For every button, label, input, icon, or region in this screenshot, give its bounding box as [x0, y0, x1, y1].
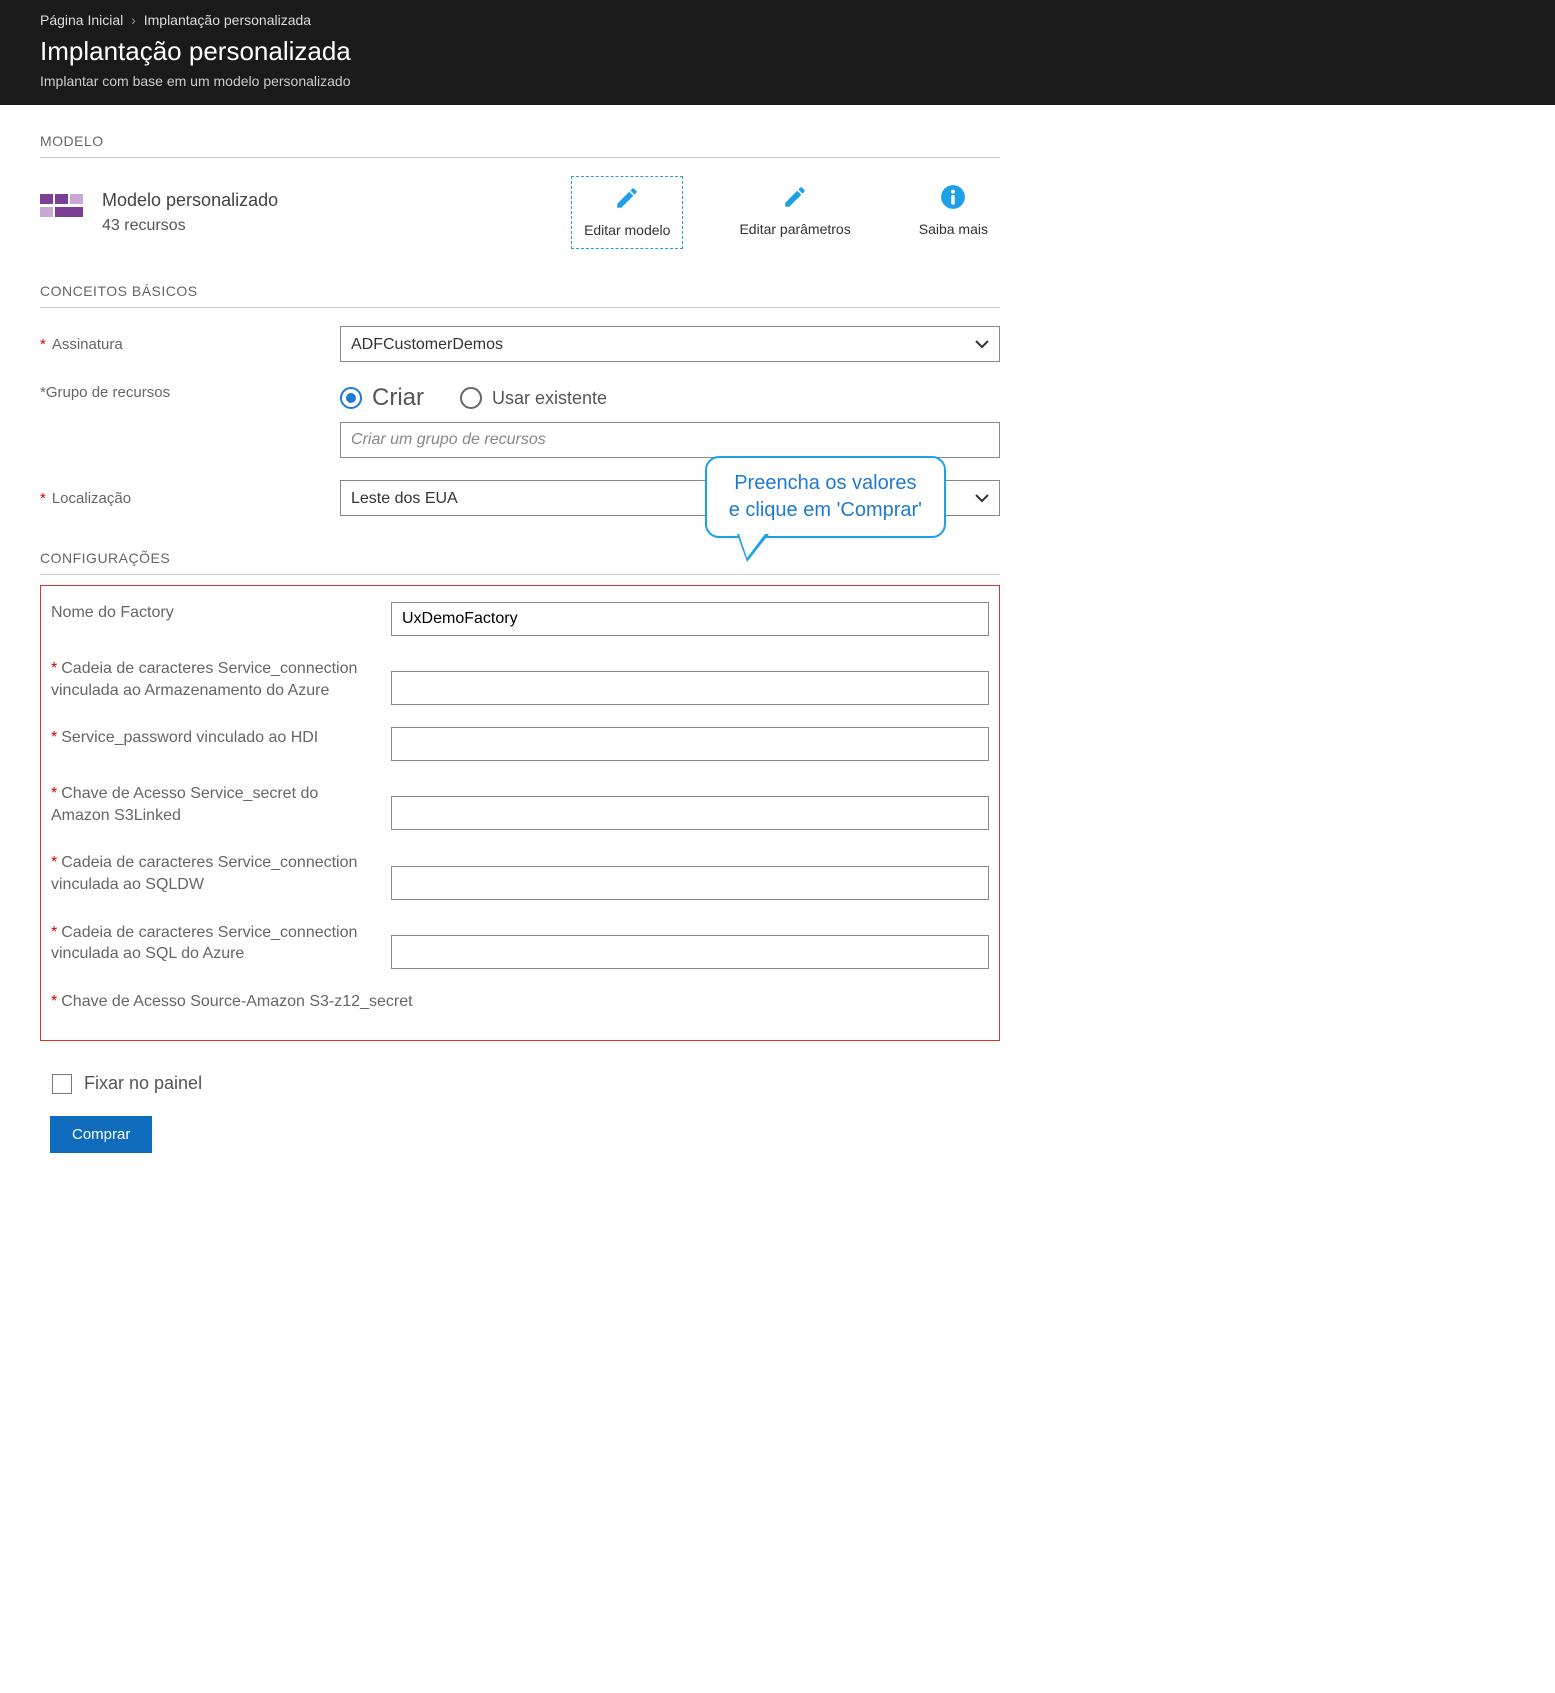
subscription-label: Assinatura	[52, 336, 123, 353]
resource-group-input[interactable]	[340, 422, 1000, 458]
section-label-settings: CONFIGURAÇÕES	[40, 550, 1000, 566]
required-mark: *	[40, 336, 46, 353]
storage-conn-input[interactable]	[391, 671, 989, 705]
pencil-icon	[614, 185, 640, 214]
radio-create-label: Criar	[372, 384, 424, 412]
radio-use-existing[interactable]: Usar existente	[460, 387, 607, 409]
section-rule-model	[40, 157, 1000, 158]
info-icon	[940, 184, 966, 213]
radio-circle-icon	[460, 387, 482, 409]
section-rule-basics	[40, 307, 1000, 308]
subscription-select[interactable]: ADFCustomerDemos	[340, 326, 1000, 362]
pin-label: Fixar no painel	[84, 1073, 202, 1094]
edit-params-button[interactable]: Editar parâmetros	[727, 176, 862, 247]
src-s3-secret-label: Chave de Acesso Source-Amazon S3-z12_sec…	[61, 993, 412, 1010]
breadcrumb-current: Implantação personalizada	[144, 12, 311, 28]
radio-existing-label: Usar existente	[492, 388, 607, 409]
required-mark: *	[51, 993, 57, 1010]
radio-circle-icon	[340, 387, 362, 409]
model-resources: 43 recursos	[102, 217, 278, 235]
page-subtitle: Implantar com base em um modelo personal…	[12, 71, 1543, 105]
resource-group-label: *Grupo de recursos	[40, 384, 170, 401]
section-label-model: MODELO	[40, 133, 1000, 149]
factory-name-input[interactable]	[391, 602, 989, 636]
model-title: Modelo personalizado	[102, 190, 278, 211]
learn-more-button[interactable]: Saiba mais	[907, 176, 1000, 247]
required-mark: *	[51, 854, 57, 871]
header-bar: Página Inicial › Implantação personaliza…	[0, 0, 1555, 105]
edit-params-label: Editar parâmetros	[739, 221, 850, 237]
factory-name-label: Nome do Factory	[51, 604, 174, 621]
pin-checkbox[interactable]	[52, 1074, 72, 1094]
hdi-password-label: Service_password vinculado ao HDI	[61, 729, 318, 746]
hdi-password-input[interactable]	[391, 727, 989, 761]
required-mark: *	[51, 785, 57, 802]
edit-template-button[interactable]: Editar modelo	[571, 176, 683, 249]
required-mark: *	[51, 729, 57, 746]
settings-highlight-box: Nome do Factory *Cadeia de caracteres Se…	[40, 585, 1000, 1041]
template-tiles-icon	[40, 194, 84, 232]
edit-template-label: Editar modelo	[584, 222, 670, 238]
callout-line1: Preencha os valores	[729, 470, 922, 497]
required-mark: *	[51, 660, 57, 677]
section-label-basics: CONCEITOS BÁSICOS	[40, 283, 1000, 299]
sqldw-conn-label: Cadeia de caracteres Service_connection …	[51, 854, 357, 893]
azuresql-conn-label: Cadeia de caracteres Service_connection …	[51, 924, 357, 963]
page-title: Implantação personalizada	[40, 36, 1543, 67]
learn-more-label: Saiba mais	[919, 221, 988, 237]
required-mark: *	[51, 924, 57, 941]
callout-tooltip: Preencha os valores e clique em 'Comprar…	[705, 456, 946, 538]
pencil-icon	[782, 184, 808, 213]
s3-secret-input[interactable]	[391, 796, 989, 830]
model-row: Modelo personalizado 43 recursos Editar …	[40, 176, 1000, 249]
breadcrumb: Página Inicial › Implantação personaliza…	[12, 6, 1543, 30]
radio-create-new[interactable]: Criar	[340, 384, 424, 412]
callout-line2: e clique em 'Comprar'	[729, 497, 922, 524]
location-label: Localização	[52, 490, 131, 507]
section-rule-settings	[40, 574, 1000, 575]
storage-conn-label: Cadeia de caracteres Service_connection …	[51, 660, 357, 699]
azuresql-conn-input[interactable]	[391, 935, 989, 969]
s3-secret-label: Chave de Acesso Service_secret do Amazon…	[51, 785, 318, 824]
breadcrumb-home[interactable]: Página Inicial	[40, 12, 123, 28]
breadcrumb-sep: ›	[131, 12, 136, 28]
sqldw-conn-input[interactable]	[391, 866, 989, 900]
buy-button[interactable]: Comprar	[50, 1116, 152, 1153]
required-mark: *	[40, 490, 46, 507]
